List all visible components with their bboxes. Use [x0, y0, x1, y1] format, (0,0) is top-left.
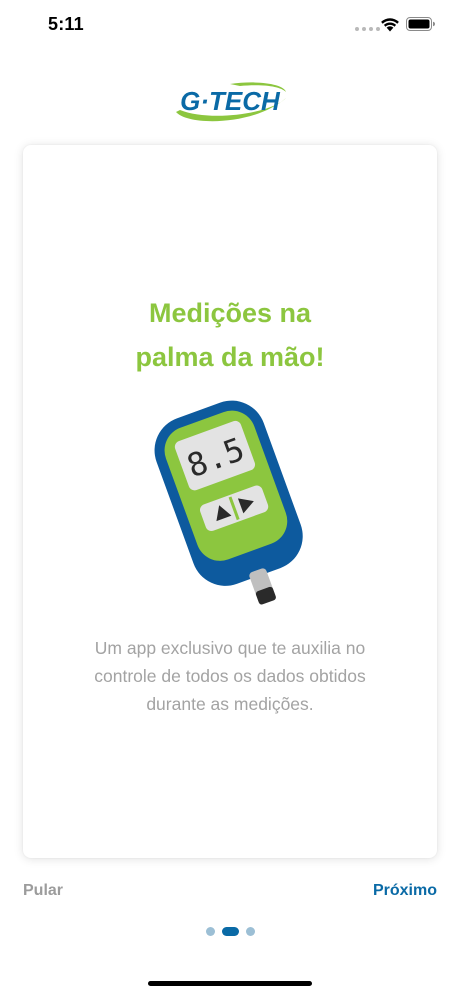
signal-dots-icon	[355, 27, 380, 31]
headline-line-2: palma da mão!	[135, 342, 325, 372]
page-dot[interactable]	[245, 926, 255, 936]
status-bar: 5:11	[0, 0, 460, 50]
battery-icon	[406, 17, 435, 31]
glucose-meter-icon: 8.5	[154, 400, 303, 605]
skip-button[interactable]: Pular	[23, 882, 63, 900]
home-indicator[interactable]	[148, 981, 312, 986]
onboarding-screen: 5:11 G·TECH Medições na palma da mão! 8.…	[0, 0, 460, 996]
wifi-icon	[381, 18, 399, 32]
description-line-3: durante as medições.	[146, 694, 314, 714]
next-button[interactable]: Próximo	[373, 882, 437, 900]
status-time: 5:11	[48, 14, 84, 34]
logo-text: G·TECH	[180, 86, 281, 116]
onboarding-card: Medições na palma da mão! 8.5 Um app exc…	[23, 145, 437, 858]
description-line-2: controle de todos os dados obtidos	[94, 666, 366, 686]
card-description: Um app exclusivo que te auxilia no contr…	[53, 634, 407, 718]
page-dot-active[interactable]	[221, 926, 239, 936]
card-headline: Medições na palma da mão!	[23, 291, 437, 379]
page-dot[interactable]	[205, 926, 215, 936]
headline-line-1: Medições na	[148, 298, 312, 328]
gtech-logo: G·TECH	[176, 82, 286, 122]
description-line-1: Um app exclusivo que te auxilia no	[94, 638, 366, 658]
pagination-dots	[0, 926, 460, 936]
